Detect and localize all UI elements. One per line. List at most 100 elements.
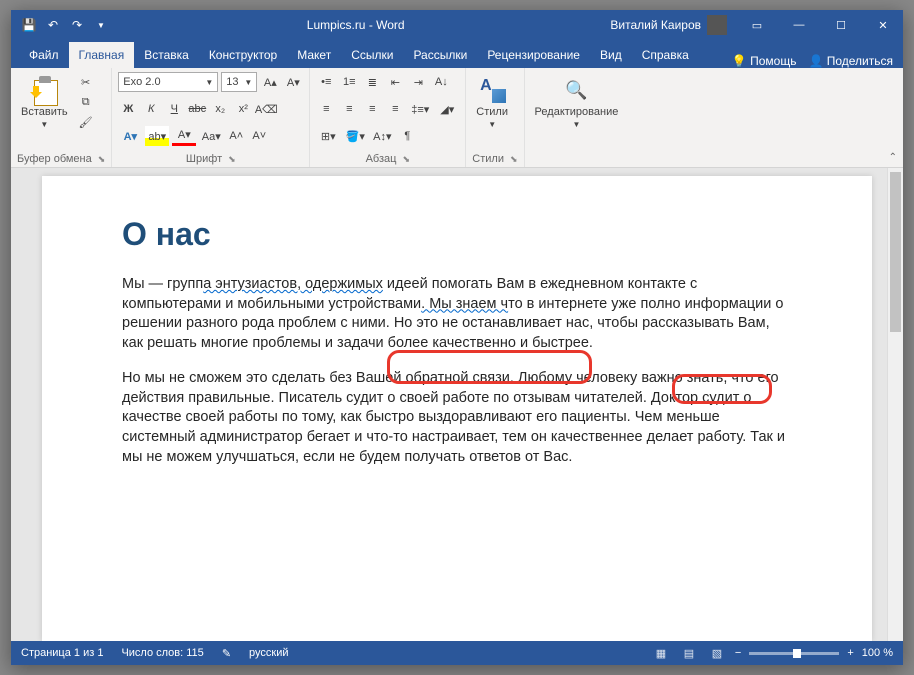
grow-font-icon[interactable]: A▴: [260, 72, 280, 92]
tab-references[interactable]: Ссылки: [341, 42, 403, 68]
show-marks-icon[interactable]: ¶: [397, 126, 417, 146]
word-count[interactable]: Число слов: 115: [121, 647, 203, 659]
underline-icon[interactable]: Ч: [164, 99, 184, 119]
tab-layout[interactable]: Макет: [287, 42, 341, 68]
bullets-icon[interactable]: •≡: [316, 72, 336, 92]
align-left-icon[interactable]: ≡: [316, 99, 336, 119]
font-name-combo[interactable]: Exo 2.0▼: [118, 72, 218, 92]
numbering-icon[interactable]: 1≡: [339, 72, 359, 92]
shading-icon[interactable]: ◢▾: [435, 99, 459, 119]
ribbon-display-icon[interactable]: ▭: [737, 10, 777, 40]
statusbar: Страница 1 из 1 Число слов: 115 ✎ русски…: [11, 641, 903, 665]
dialog-launcher-icon[interactable]: ⬊: [98, 154, 106, 165]
group-clipboard: Вставить ▼ ✂ ⧉ 🖌 Буфер обмена⬊: [11, 68, 112, 167]
app-window: 💾 ↶ ↷ ▼ Lumpics.ru - Word Виталий Каиров…: [11, 10, 903, 665]
superscript-icon[interactable]: x²: [233, 99, 253, 119]
tell-me[interactable]: 💡 Помощь: [732, 54, 797, 68]
dialog-launcher-icon[interactable]: ⬊: [228, 154, 236, 165]
group-font: Exo 2.0▼ 13▼ A▴ A▾ Ж К Ч abc x₂ x² A⌫ A▾…: [112, 68, 310, 167]
tab-mailings[interactable]: Рассылки: [403, 42, 477, 68]
grow-font2-icon[interactable]: A˄: [226, 126, 246, 146]
ribbon: Вставить ▼ ✂ ⧉ 🖌 Буфер обмена⬊ Exo 2.0▼ …: [11, 68, 903, 168]
group-paragraph: •≡ 1≡ ≣ ⇤ ⇥ A↓ ≡ ≡ ≡ ≡ ‡≡▾ ◢▾ ⊞▾ �: [310, 68, 466, 167]
dialog-launcher-icon[interactable]: ⬊: [510, 154, 518, 165]
format-painter-icon[interactable]: 🖌: [76, 112, 96, 132]
ribbon-tabs: Файл Главная Вставка Конструктор Макет С…: [11, 40, 903, 68]
undo-icon[interactable]: ↶: [45, 17, 61, 33]
increase-indent-icon[interactable]: ⇥: [408, 72, 428, 92]
group-styles: Стили ▼ Стили⬊: [466, 68, 524, 167]
zoom-slider[interactable]: [749, 652, 839, 655]
multilevel-icon[interactable]: ≣: [362, 72, 382, 92]
decrease-indent-icon[interactable]: ⇤: [385, 72, 405, 92]
styles-button[interactable]: Стили ▼: [472, 72, 512, 133]
sort-icon[interactable]: A↓: [431, 72, 451, 92]
web-layout-icon[interactable]: ▧: [707, 645, 727, 661]
vertical-scrollbar[interactable]: [887, 168, 903, 641]
page-indicator[interactable]: Страница 1 из 1: [21, 647, 103, 659]
shrink-font-icon[interactable]: A▾: [283, 72, 303, 92]
styles-icon: [478, 77, 506, 103]
paste-button[interactable]: Вставить ▼: [17, 72, 72, 133]
user-account[interactable]: Виталий Каиров: [602, 15, 735, 35]
clear-format-icon[interactable]: A⌫: [256, 99, 276, 119]
heading: О нас: [122, 216, 792, 253]
borders-icon[interactable]: ⊞▾: [316, 126, 340, 146]
cut-icon[interactable]: ✂: [76, 72, 96, 92]
strikethrough-icon[interactable]: abc: [187, 99, 207, 119]
copy-icon[interactable]: ⧉: [76, 92, 96, 112]
titlebar: 💾 ↶ ↷ ▼ Lumpics.ru - Word Виталий Каиров…: [11, 10, 903, 40]
shading2-icon[interactable]: 🪣▾: [343, 126, 367, 146]
text-effects-icon[interactable]: A▾: [118, 126, 142, 146]
scrollbar-thumb[interactable]: [890, 172, 901, 332]
tab-home[interactable]: Главная: [69, 42, 135, 68]
tab-insert[interactable]: Вставка: [134, 42, 199, 68]
read-mode-icon[interactable]: ▦: [651, 645, 671, 661]
page[interactable]: О нас Мы — группа энтузиастов, одержимых…: [42, 176, 872, 641]
subscript-icon[interactable]: x₂: [210, 99, 230, 119]
justify-icon[interactable]: ≡: [385, 99, 405, 119]
collapse-ribbon-icon[interactable]: ⌃: [889, 152, 897, 163]
paste-icon: [30, 74, 58, 106]
tab-view[interactable]: Вид: [590, 42, 632, 68]
change-case-icon[interactable]: Aa▾: [199, 126, 223, 146]
font-color-icon[interactable]: A▾: [172, 126, 196, 146]
print-layout-icon[interactable]: ▤: [679, 645, 699, 661]
highlight-icon[interactable]: ab▾: [145, 126, 169, 146]
zoom-out-icon[interactable]: −: [735, 647, 741, 659]
tab-help[interactable]: Справка: [632, 42, 699, 68]
document-area: О нас Мы — группа энтузиастов, одержимых…: [11, 168, 903, 641]
window-title: Lumpics.ru - Word: [109, 18, 602, 32]
bold-icon[interactable]: Ж: [118, 99, 138, 119]
save-icon[interactable]: 💾: [21, 17, 37, 33]
editing-button[interactable]: 🔍 Редактирование ▼: [531, 72, 623, 133]
tab-design[interactable]: Конструктор: [199, 42, 287, 68]
tab-file[interactable]: Файл: [19, 42, 69, 68]
chevron-down-icon: ▼: [488, 120, 496, 129]
redo-icon[interactable]: ↷: [69, 17, 85, 33]
close-icon[interactable]: ✕: [863, 10, 903, 40]
paragraph-1: Мы — группа энтузиастов, одержимых идеей…: [122, 275, 792, 353]
qat-customize-icon[interactable]: ▼: [93, 17, 109, 33]
italic-icon[interactable]: К: [141, 99, 161, 119]
align-right-icon[interactable]: ≡: [362, 99, 382, 119]
chevron-down-icon: ▼: [40, 120, 48, 129]
spellcheck-icon[interactable]: ✎: [222, 647, 231, 660]
dialog-launcher-icon[interactable]: ⬊: [402, 154, 410, 165]
chevron-down-icon: ▼: [572, 120, 580, 129]
align-center-icon[interactable]: ≡: [339, 99, 359, 119]
search-icon: 🔍: [562, 76, 590, 104]
sort2-icon[interactable]: A↕▾: [370, 126, 394, 146]
tab-review[interactable]: Рецензирование: [477, 42, 590, 68]
share-button[interactable]: 👤 Поделиться: [808, 54, 893, 68]
zoom-level[interactable]: 100 %: [862, 647, 893, 659]
language-indicator[interactable]: русский: [249, 647, 288, 659]
minimize-icon[interactable]: —: [779, 10, 819, 40]
shrink-font2-icon[interactable]: A˅: [249, 126, 269, 146]
group-editing: 🔍 Редактирование ▼: [525, 68, 629, 167]
maximize-icon[interactable]: ☐: [821, 10, 861, 40]
zoom-in-icon[interactable]: +: [847, 647, 853, 659]
paragraph-2: Но мы не сможем это сделать без Вашей об…: [122, 369, 792, 467]
line-spacing-icon[interactable]: ‡≡▾: [408, 99, 432, 119]
font-size-combo[interactable]: 13▼: [221, 72, 257, 92]
